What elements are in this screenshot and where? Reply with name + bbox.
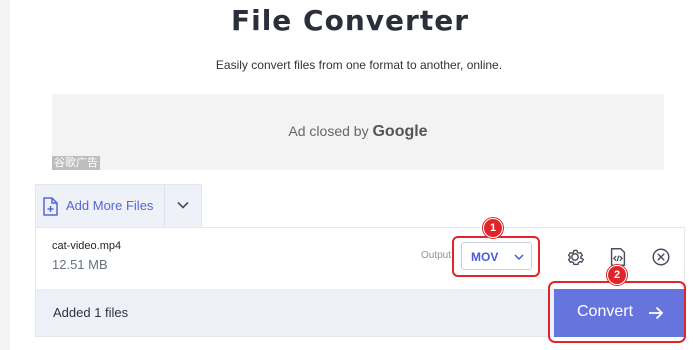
ad-closed-text: Ad closed by Google [52,123,664,141]
page-title: File Converter [230,4,469,37]
page-subtitle: Easily convert files from one format to … [215,58,503,72]
left-rail [0,0,10,350]
annotation-highlight-output [452,236,540,277]
output-label: Output: [421,250,454,261]
ad-placeholder: Ad closed by Google 谷歌广告 [52,94,664,170]
chevron-down-icon[interactable] [177,201,189,209]
files-added-status: Added 1 files [53,305,129,320]
file-name: cat-video.mp4 [52,240,122,252]
ad-closed-prefix: Ad closed by [288,123,369,139]
gear-icon[interactable] [564,246,586,268]
annotation-step-1: 1 [483,218,503,238]
ad-tag: 谷歌广告 [52,156,100,170]
google-wordmark: Google [372,123,428,140]
divider [164,185,165,228]
file-row: cat-video.mp4 12.51 MB Output: MOV 1 [35,218,685,289]
add-more-files-label: Add More Files [66,198,154,213]
file-size: 12.51 MB [52,257,108,272]
annotation-highlight-convert [548,281,686,343]
add-more-files-button[interactable]: Add More Files [35,184,202,228]
close-circle-icon[interactable] [650,246,672,268]
annotation-step-2: 2 [607,265,627,285]
file-plus-icon [43,197,58,216]
